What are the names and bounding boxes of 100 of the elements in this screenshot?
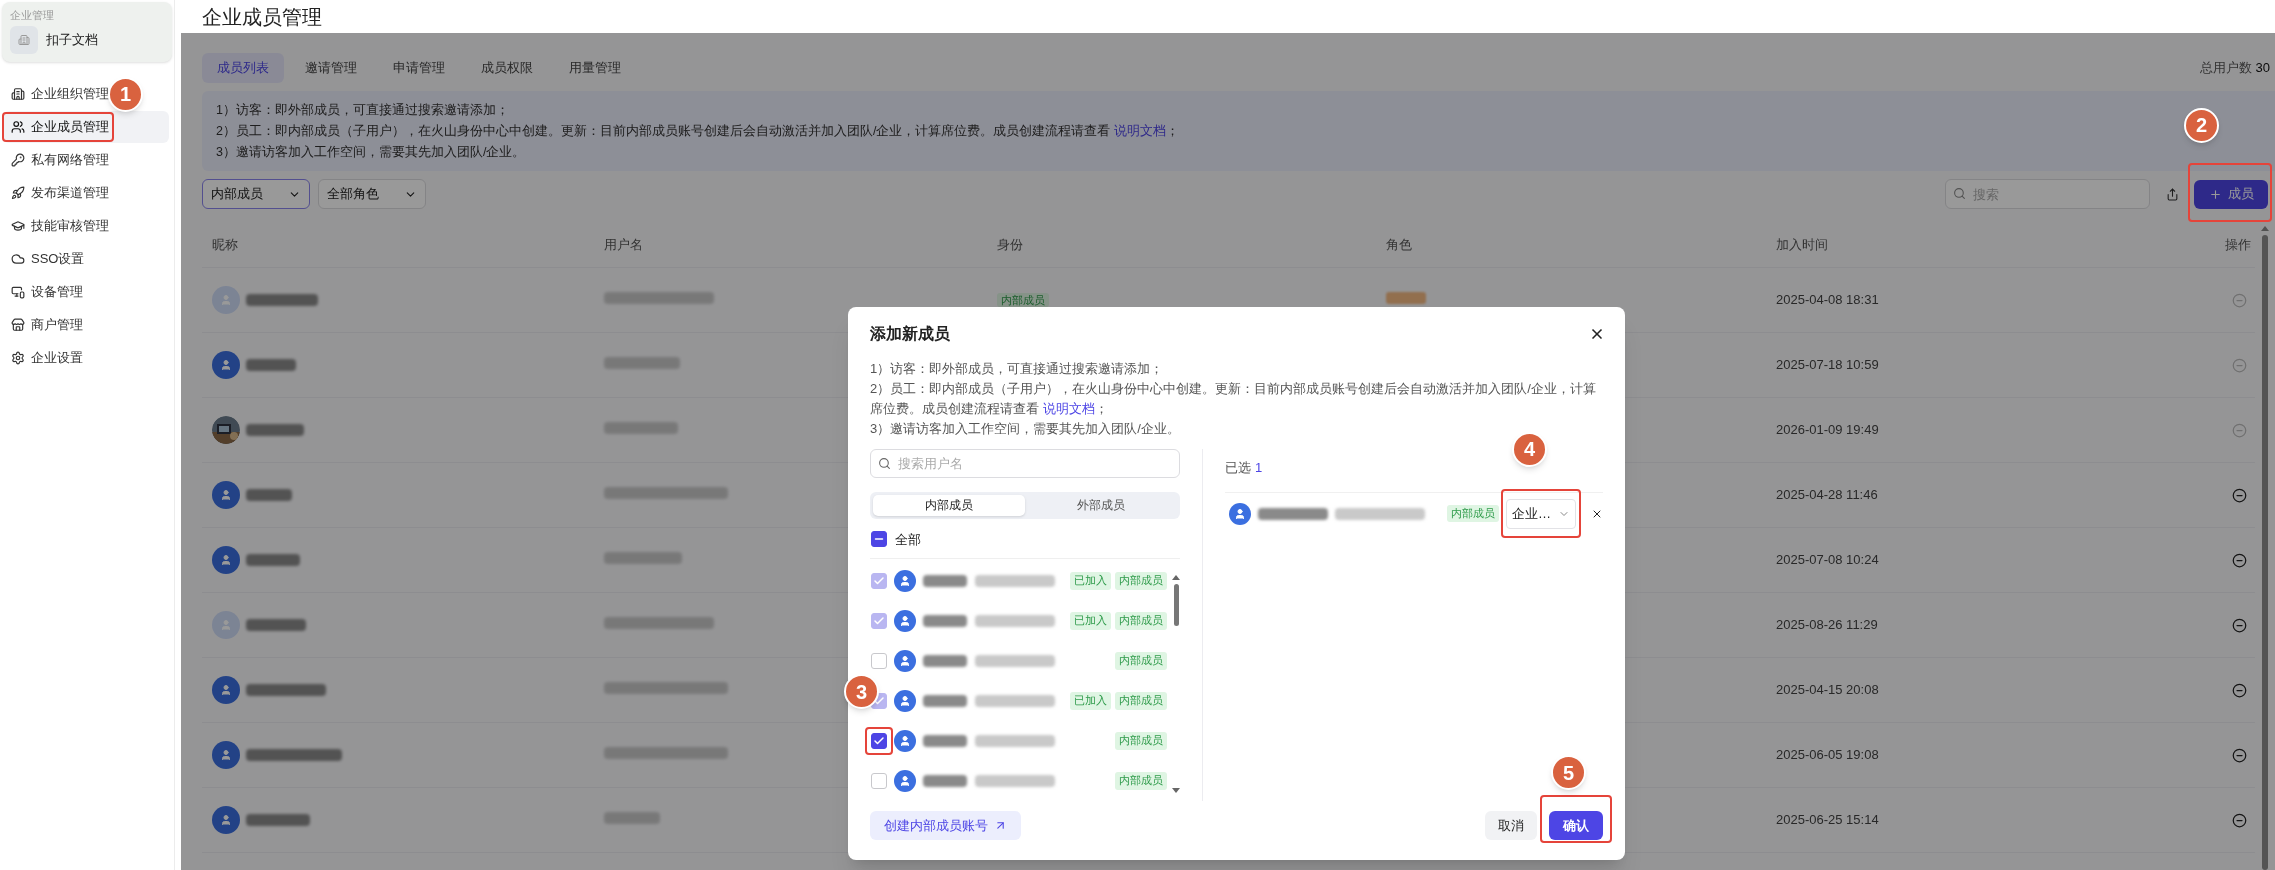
filter-select[interactable]: 全部角色 [318,179,426,209]
column-header: 身份 [996,235,1024,254]
search-icon [878,457,891,470]
devices-icon [11,284,25,299]
join-time: 2025-06-25 15:14 [1775,811,1880,830]
tag: 已加入 [1070,612,1111,630]
join-time: 2026-01-09 19:49 [1775,421,1880,440]
notice-text: 2）员工：即内部成员（子用户），在火山身份中心中创建。更新：目前内部成员账号创建后会自动激活并加入团队/企业，计算席位费。成员创建流程请查看 说明文档； [216,122,1179,140]
blurred-role-tag [1386,292,1426,304]
create-account-button[interactable]: 创建内部成员账号 [870,811,1021,840]
join-time: 2025-04-08 18:31 [1775,291,1880,310]
plus-icon [2208,187,2222,201]
avatar [212,351,240,379]
confirm-button[interactable]: 确认 [1549,811,1603,840]
doc-link[interactable]: 说明文档 [1113,123,1166,138]
sidebar-item[interactable]: SSO设置 [3,242,169,275]
sidebar-item[interactable]: 企业设置 [3,341,169,374]
dialog-title: 添加新成员 [870,324,950,344]
highlight-frame [1540,795,1612,843]
tag: 内部成员 [1115,692,1167,710]
join-time: 2025-04-28 11:46 [1775,486,1879,505]
blurred-text [246,424,304,436]
tag: 内部成员 [1115,652,1167,670]
segment-tab[interactable]: 外部成员 [1025,495,1177,516]
avatar [894,570,916,592]
avatar [894,610,916,632]
notice-text: 1）访客：即外部成员，可直接通过搜索邀请添加； [870,360,1164,378]
tag: 内部成员 [1447,504,1499,523]
tab[interactable]: 申请管理 [378,53,460,83]
step-number-badge: 5 [1551,755,1586,790]
column-header: 用户名 [603,235,644,254]
avatar [894,770,916,792]
tab[interactable]: 用量管理 [554,53,636,83]
step-number-badge: 3 [844,674,879,709]
check-icon [873,615,885,627]
avatar [212,481,240,509]
tab[interactable]: 成员列表 [202,53,284,83]
sidebar-item[interactable]: 发布渠道管理 [3,176,169,209]
blurred-text [1258,507,1328,520]
avatar [212,806,240,834]
blurred-text [923,775,967,787]
add-member-button[interactable]: 成员 [2194,179,2268,209]
cancel-button[interactable]: 取消 [1485,811,1537,840]
external-link-icon [994,819,1007,832]
settings-icon [11,350,25,365]
segment-tab[interactable]: 内部成员 [873,495,1025,516]
tab[interactable]: 成员权限 [466,53,548,83]
tag: 已加入 [1070,692,1111,710]
check-icon [873,695,885,707]
checkbox[interactable] [871,531,887,548]
blurred-text [246,489,292,501]
step-number-badge: 4 [1512,431,1547,467]
org-card[interactable]: 企业管理 扣子文档 [2,2,172,62]
tag: 内部成员 [1115,572,1167,590]
users-icon [11,119,25,134]
sidebar-item[interactable]: 企业成员管理 [3,110,169,143]
notice-text: 3）邀请访客加入工作空间，需要其先加入团队/企业。 [870,420,1180,438]
avatar [894,690,916,712]
tab[interactable]: 邀请管理 [290,53,372,83]
join-time: 2025-07-08 10:24 [1775,551,1880,570]
select-all-label: 全部 [895,530,921,549]
join-time: 2025-06-05 19:08 [1775,746,1880,765]
close-icon[interactable] [1589,326,1605,342]
checkbox[interactable] [871,733,887,749]
role-select[interactable]: 企业… [1506,498,1576,529]
search-field[interactable]: 搜索用户名 [870,449,1180,478]
sidebar-item[interactable]: 商户管理 [3,308,169,341]
tag: 内部成员 [1115,612,1167,630]
avatar [212,286,240,314]
sidebar-item[interactable]: 技能审核管理 [3,209,169,242]
join-time: 2025-07-18 10:59 [1775,356,1880,375]
cloud-icon [11,251,25,266]
sidebar-item[interactable]: 设备管理 [3,275,169,308]
tag: 内部成员 [1115,772,1167,790]
highlight-frame [865,727,893,755]
blurred-text [246,359,296,371]
section-label: 企业管理 [10,8,55,23]
key-icon [11,152,25,167]
notice-text: 3）邀请访客加入工作空间，需要其先加入团队/企业。 [216,143,526,161]
check-icon [873,575,885,587]
graduation-cap-icon [11,218,25,233]
doc-link[interactable]: 说明文档 [1042,401,1095,416]
selected-label: 已选 [1225,459,1251,477]
avatar [894,730,916,752]
selected-count: 1 [1255,459,1263,477]
column-header: 加入时间 [1775,235,1829,254]
blurred-text [923,615,967,627]
sidebar-item[interactable]: 私有网络管理 [3,143,169,176]
check-icon [873,735,885,747]
filter-select[interactable]: 内部成员 [202,179,310,209]
join-time: 2025-08-26 11:29 [1775,616,1879,635]
search-icon [1953,187,1966,200]
blurred-text [246,814,310,826]
org-logo [10,25,38,54]
tag: 已加入 [1070,572,1111,590]
column-header: 操作 [2225,235,2252,254]
avatar [212,611,240,639]
avatar [1229,502,1251,525]
avatar [212,546,240,574]
blurred-text [923,575,967,587]
